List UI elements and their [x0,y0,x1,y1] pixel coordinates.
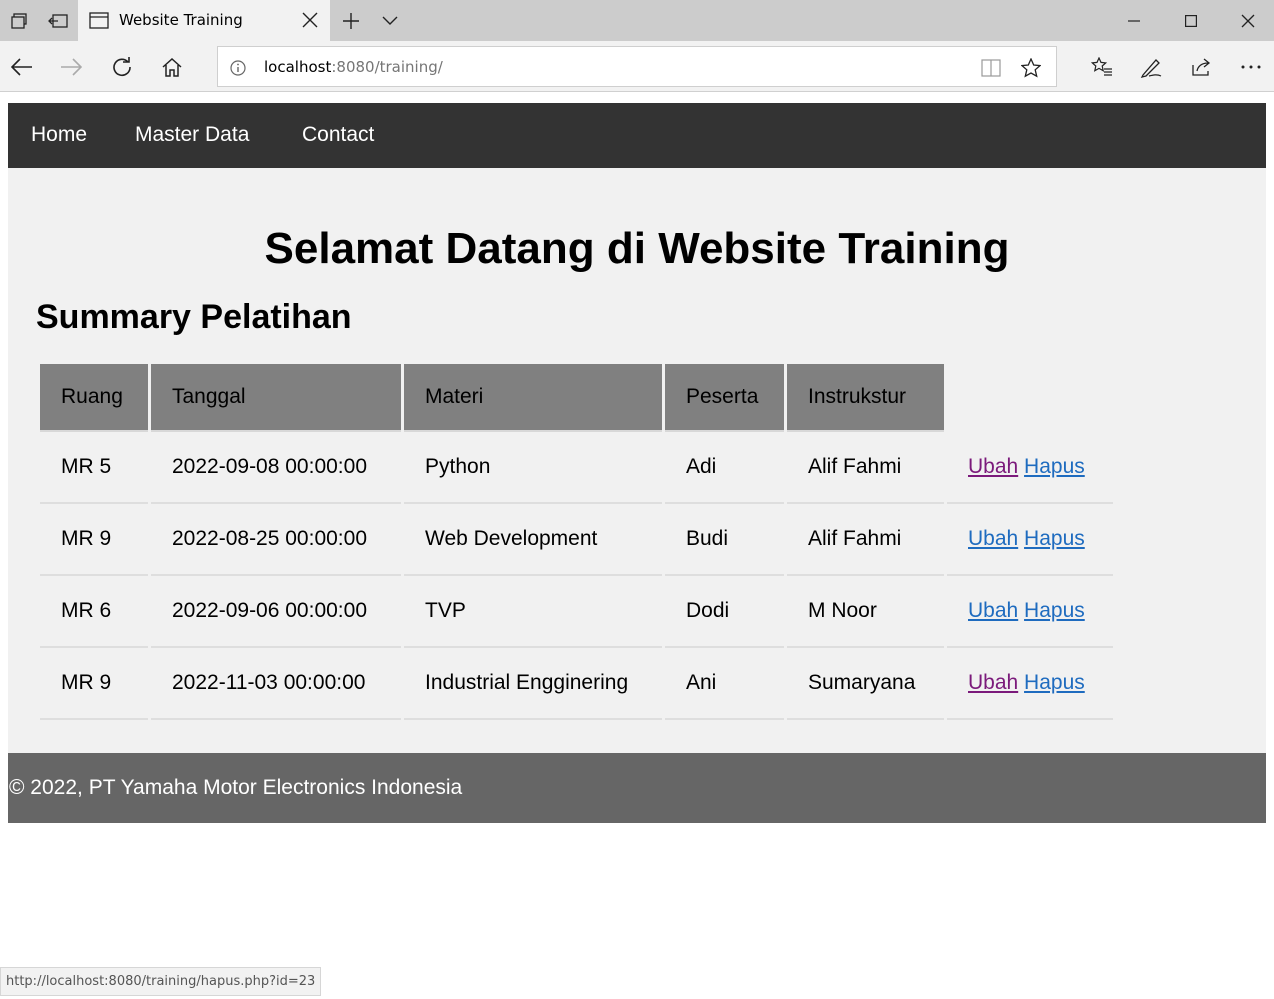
delete-link[interactable]: Hapus [1024,527,1085,550]
menu-item-home[interactable]: Home [31,123,87,147]
browser-toolbar: localhost:8080/training/ [0,41,1274,92]
column-header-ruang: Ruang [40,364,148,432]
refresh-icon[interactable] [100,45,144,89]
edit-link[interactable]: Ubah [968,455,1018,478]
cell-tanggal: 2022-11-03 00:00:00 [151,648,401,720]
delete-link[interactable]: Hapus [1024,455,1085,478]
cell-instruktur: Sumaryana [787,648,944,720]
maximize-icon[interactable] [1162,0,1219,41]
cell-materi: Web Development [404,504,662,576]
favorite-star-icon[interactable] [1020,57,1042,79]
close-window-icon[interactable] [1219,0,1274,41]
cell-peserta: Ani [665,648,784,720]
section-title: Summary Pelatihan [36,298,352,336]
cell-tanggal: 2022-09-08 00:00:00 [151,432,401,504]
cell-tanggal: 2022-08-25 00:00:00 [151,504,401,576]
site-menu-bar: Home Master Data Contact [8,103,1266,168]
table-row: MR 5 2022-09-08 00:00:00 Python Adi Alif… [40,432,1113,504]
forward-arrow-icon[interactable] [49,45,93,89]
column-header-actions [947,364,1113,432]
table-row: MR 9 2022-08-25 00:00:00 Web Development… [40,504,1113,576]
cell-instruktur: Alif Fahmi [787,504,944,576]
table-row: MR 6 2022-09-06 00:00:00 TVP Dodi M Noor… [40,576,1113,648]
column-header-peserta: Peserta [665,364,784,432]
cell-actions: Ubah Hapus [947,504,1113,576]
cell-actions: Ubah Hapus [947,648,1113,720]
browser-tab-bar: Website Training [0,0,1274,41]
edit-link[interactable]: Ubah [968,671,1018,694]
cell-peserta: Adi [665,432,784,504]
column-header-instruktur: Instrukstur [787,364,944,432]
status-bar-url: http://localhost:8080/training/hapus.php… [0,967,322,996]
cell-ruang: MR 9 [40,648,148,720]
cell-ruang: MR 9 [40,504,148,576]
tab-title: Website Training [119,11,243,29]
footer-copyright: © 2022, PT Yamaha Motor Electronics Indo… [9,776,463,799]
cell-instruktur: Alif Fahmi [787,432,944,504]
cell-materi: Industrial Engginering [404,648,662,720]
new-tab-icon[interactable] [331,0,371,41]
cell-actions: Ubah Hapus [947,432,1113,504]
pen-note-icon[interactable] [1129,45,1173,89]
address-url[interactable]: localhost:8080/training/ [264,58,443,76]
column-header-tanggal: Tanggal [151,364,401,432]
menu-item-master-data[interactable]: Master Data [135,123,249,147]
cell-materi: TVP [404,576,662,648]
column-header-materi: Materi [404,364,662,432]
page-icon [89,12,109,34]
share-icon[interactable] [1179,45,1223,89]
cell-ruang: MR 6 [40,576,148,648]
site-footer: © 2022, PT Yamaha Motor Electronics Indo… [8,753,1266,823]
cell-peserta: Dodi [665,576,784,648]
address-bar[interactable]: localhost:8080/training/ [217,46,1057,87]
cell-actions: Ubah Hapus [947,576,1113,648]
main-content: Selamat Datang di Website Training Summa… [8,168,1266,753]
cell-instruktur: M Noor [787,576,944,648]
page-title: Selamat Datang di Website Training [264,224,1010,273]
back-arrow-icon[interactable] [0,45,44,89]
set-tabs-aside-icon[interactable] [38,0,78,41]
favorites-list-icon[interactable] [1080,45,1124,89]
tab-preview-icon[interactable] [0,0,40,41]
minimize-icon[interactable] [1105,0,1162,41]
training-summary-table: Ruang Tanggal Materi Peserta Instrukstur… [37,364,1116,720]
menu-item-contact[interactable]: Contact [302,123,374,147]
delete-link[interactable]: Hapus [1024,671,1085,694]
cell-tanggal: 2022-09-06 00:00:00 [151,576,401,648]
edit-link[interactable]: Ubah [968,527,1018,550]
edit-link[interactable]: Ubah [968,599,1018,622]
delete-link[interactable]: Hapus [1024,599,1085,622]
cell-ruang: MR 5 [40,432,148,504]
cell-peserta: Budi [665,504,784,576]
home-icon[interactable] [150,45,194,89]
table-row: MR 9 2022-11-03 00:00:00 Industrial Engg… [40,648,1113,720]
chevron-down-icon[interactable] [370,0,410,41]
tab-website-training[interactable]: Website Training [78,0,330,41]
table-header-row: Ruang Tanggal Materi Peserta Instrukstur [40,364,1113,432]
reading-view-icon[interactable] [980,57,1002,79]
more-options-icon[interactable] [1229,45,1273,89]
cell-materi: Python [404,432,662,504]
close-tab-icon[interactable] [300,10,320,30]
info-icon[interactable] [227,57,249,79]
